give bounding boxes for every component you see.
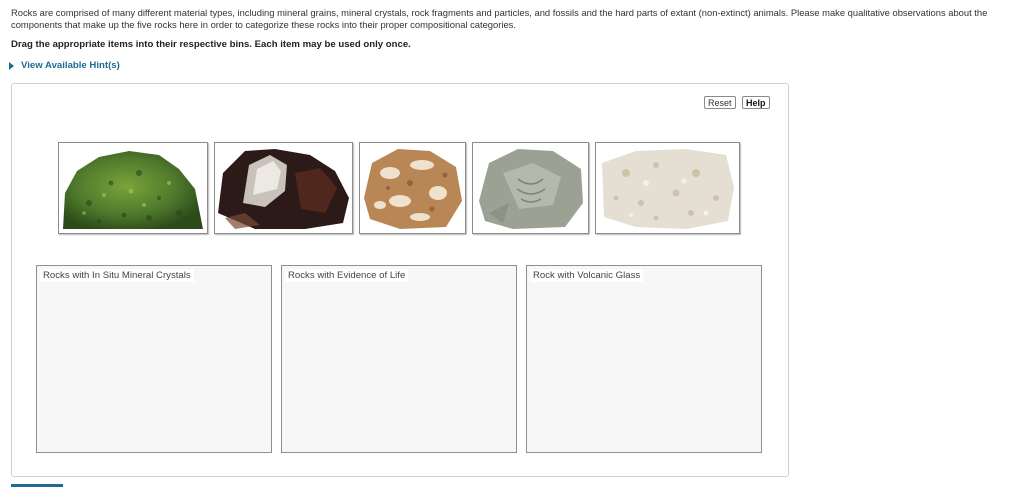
rock-tile-green-crystalline[interactable]	[58, 142, 208, 234]
rock-tile-gray-fossil[interactable]	[472, 142, 589, 234]
shell-fragment-rock-image	[364, 149, 462, 229]
question-intro: Rocks are comprised of many different ma…	[11, 7, 988, 30]
expand-triangle-icon	[9, 61, 14, 70]
help-button[interactable]: Help	[742, 96, 770, 109]
reset-button[interactable]: Reset	[704, 96, 736, 109]
bin-volcanic-glass[interactable]: Rock with Volcanic Glass	[526, 265, 762, 453]
view-hints-toggle[interactable]: View Available Hint(s)	[9, 60, 120, 71]
bin-label: Rock with Volcanic Glass	[530, 269, 644, 282]
drag-instruction: Drag the appropriate items into their re…	[11, 39, 411, 50]
gray-fossil-rock-image	[479, 149, 583, 229]
bin-label: Rocks with Evidence of Life	[285, 269, 409, 282]
bin-in-situ-mineral-crystals[interactable]: Rocks with In Situ Mineral Crystals	[36, 265, 272, 453]
rock-tile-white-granular[interactable]	[595, 142, 740, 234]
green-crystalline-rock-image	[63, 151, 203, 229]
white-granular-rock-image	[602, 149, 734, 229]
rock-tile-shell-fragments[interactable]	[359, 142, 466, 234]
bin-label: Rocks with In Situ Mineral Crystals	[40, 269, 194, 282]
view-hints-label: View Available Hint(s)	[21, 60, 120, 71]
rock-tile-dark-glassy[interactable]	[214, 142, 353, 234]
dark-glassy-rock-image	[218, 149, 349, 229]
bin-evidence-of-life[interactable]: Rocks with Evidence of Life	[281, 265, 517, 453]
